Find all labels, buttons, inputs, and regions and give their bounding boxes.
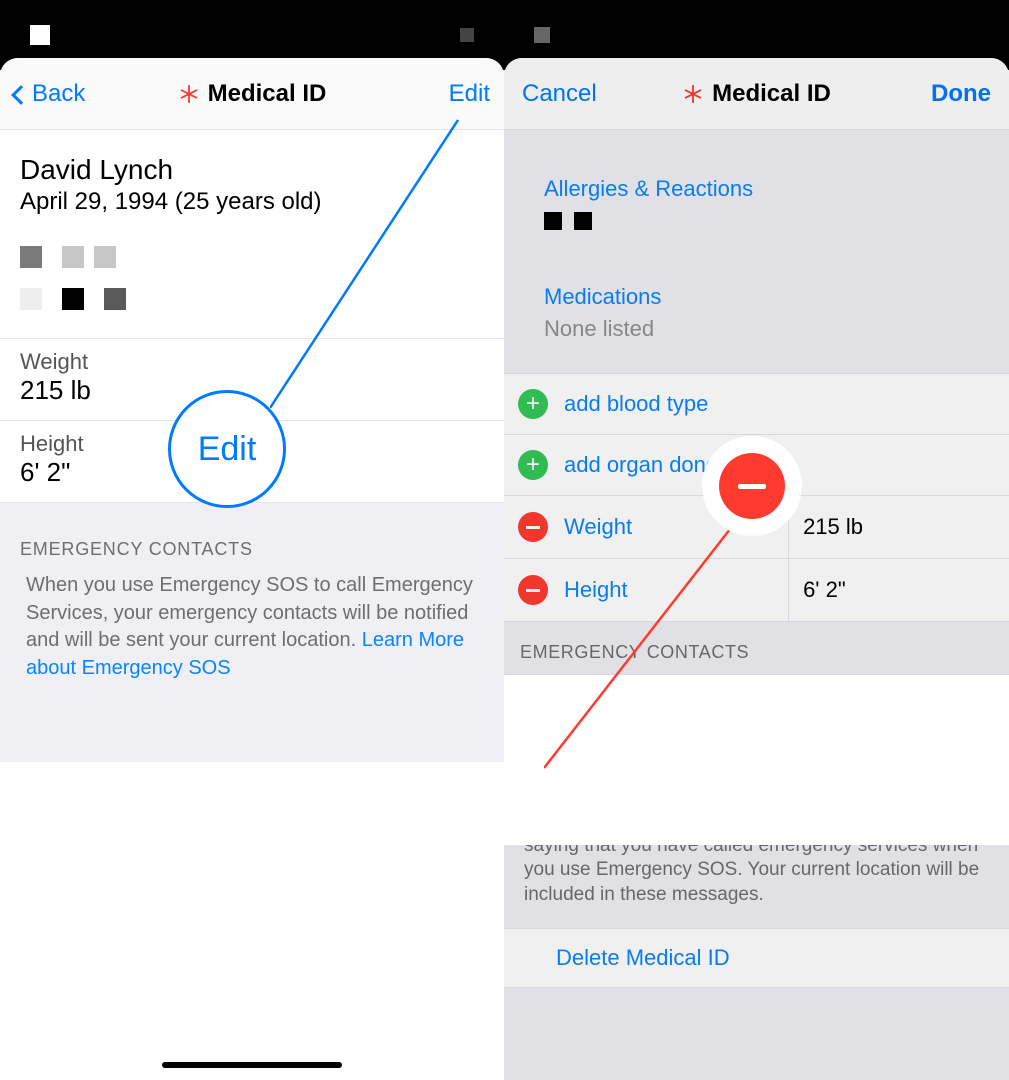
done-button[interactable]: Done	[913, 58, 1009, 130]
add-organ-donor-row[interactable]: + add organ dono	[504, 434, 1009, 496]
redacted-row-2	[20, 288, 484, 310]
weight-row[interactable]: Weight 215 lb	[504, 495, 1009, 559]
edit-button[interactable]: Edit	[435, 58, 504, 130]
page-title-text: Medical ID	[712, 80, 831, 108]
remove-icon[interactable]	[518, 691, 548, 721]
weight-row: Weight 215 lb	[0, 339, 504, 421]
nav-bar: Back Medical ID Edit	[0, 58, 504, 130]
emergency-contacts-header: EMERGENCY CONTACTS	[504, 622, 1009, 675]
status-left-icon	[30, 25, 50, 45]
chevron-left-icon	[11, 85, 31, 105]
home-indicator[interactable]	[162, 1062, 342, 1068]
right-phone-edit-mode: Cancel Medical ID Done Allergies & React…	[504, 0, 1009, 1080]
profile-section: David Lynch April 29, 1994 (25 years old…	[0, 130, 504, 339]
add-organ-donor-label: add organ dono	[564, 452, 718, 478]
profile-name: David Lynch	[20, 154, 484, 186]
allergies-label: Allergies & Reactions	[544, 176, 969, 202]
add-icon: +	[518, 450, 548, 480]
emergency-contact-row[interactable]	[504, 674, 1009, 738]
add-icon: +	[518, 753, 548, 783]
add-icon: +	[518, 389, 548, 419]
remove-icon[interactable]	[518, 575, 548, 605]
weight-label: Weight	[564, 514, 632, 540]
cancel-label: Cancel	[522, 80, 597, 108]
redacted-row	[20, 246, 484, 268]
medical-id-view-sheet: Back Medical ID Edit David Lynch April 2…	[0, 58, 504, 1080]
cancel-button[interactable]: Cancel	[504, 58, 615, 130]
weight-value: 215 lb	[20, 375, 484, 406]
weight-value[interactable]: 215 lb	[788, 496, 1009, 558]
status-right-icon	[460, 28, 474, 42]
delete-medical-id-button[interactable]: Delete Medical ID	[504, 928, 1009, 988]
redacted-contact-relation	[788, 675, 1009, 737]
medications-section[interactable]: Medications None listed	[504, 238, 1009, 350]
add-blood-type-row[interactable]: + add blood type	[504, 373, 1009, 435]
height-label: Height	[564, 577, 628, 603]
back-button[interactable]: Back	[0, 58, 99, 130]
edit-label: Edit	[449, 80, 490, 108]
left-phone-view-mode: Back Medical ID Edit David Lynch April 2…	[0, 0, 504, 1080]
height-value: 6' 2"	[20, 457, 484, 488]
height-row[interactable]: Height 6' 2"	[504, 558, 1009, 622]
emergency-info-text: When you use Emergency SOS to call Emerg…	[0, 572, 504, 682]
redacted-allergies	[544, 212, 969, 230]
height-row: Height 6' 2"	[0, 421, 504, 503]
add-blood-type-label: add blood type	[564, 391, 708, 417]
emergency-info-text: Your emergency contacts will receive a m…	[504, 799, 1009, 928]
status-left-icon	[534, 27, 550, 43]
allergies-section[interactable]: Allergies & Reactions	[504, 130, 1009, 238]
height-label: Height	[20, 431, 484, 457]
add-emergency-contact-label: add emergency contact	[564, 755, 793, 781]
done-label: Done	[931, 80, 991, 108]
medical-id-star-icon	[178, 83, 200, 105]
medications-label: Medications	[544, 284, 969, 310]
nav-bar: Cancel Medical ID Done	[504, 58, 1009, 130]
page-title: Medical ID	[682, 80, 831, 108]
redacted-contact-name	[564, 697, 582, 715]
redacted-contact-name	[592, 697, 610, 715]
remove-icon[interactable]	[518, 512, 548, 542]
medical-id-star-icon	[682, 83, 704, 105]
page-title-text: Medical ID	[208, 80, 327, 108]
medical-id-edit-sheet: Cancel Medical ID Done Allergies & React…	[504, 58, 1009, 1080]
weight-label: Weight	[20, 349, 484, 375]
page-title: Medical ID	[178, 80, 327, 108]
back-label: Back	[32, 80, 85, 108]
medications-value: None listed	[544, 316, 969, 342]
height-value[interactable]: 6' 2"	[788, 559, 1009, 621]
profile-dob: April 29, 1994 (25 years old)	[20, 188, 484, 216]
emergency-contacts-header: EMERGENCY CONTACTS	[0, 503, 504, 572]
add-emergency-contact-row[interactable]: + add emergency contact	[504, 737, 1009, 799]
